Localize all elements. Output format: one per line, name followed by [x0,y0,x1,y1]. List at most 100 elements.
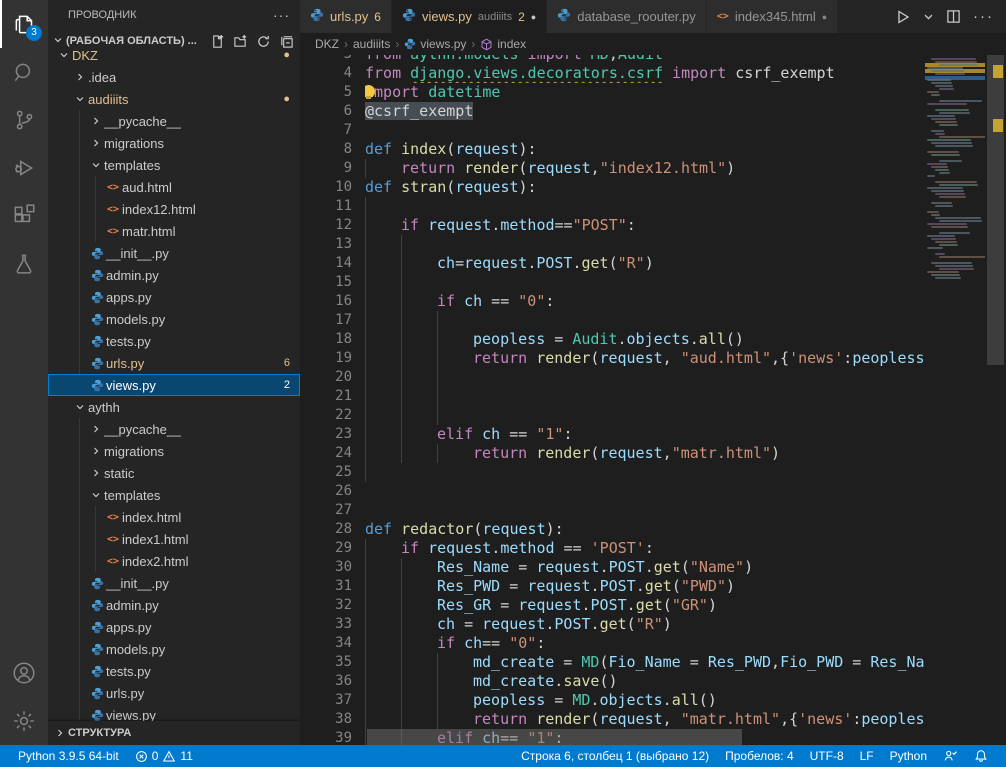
overview-warning-mark [993,65,1003,78]
eol-sequence[interactable]: LF [852,745,882,767]
feedback-icon[interactable] [935,745,966,767]
tree-item-migrations[interactable]: migrations [48,132,300,154]
tree-item-models-py[interactable]: models.py [48,308,300,330]
vertical-scrollbar[interactable] [985,55,1006,745]
code-editor[interactable]: 3from aythh.models import MD,Audit4from … [300,55,925,745]
python-file-icon [88,643,106,656]
source-control-icon[interactable] [0,96,48,144]
problems-indicator[interactable]: 0 11 [127,745,201,767]
modified-dot-icon[interactable]: ● [822,12,827,22]
tree-item-aythh[interactable]: aythh [48,396,300,418]
line-number: 17 [300,311,352,330]
tree-item-index12-html[interactable]: <>index12.html [48,198,300,220]
code-line-9: 9return render(request,"index12.html") [300,159,925,178]
line-number: 31 [300,577,352,596]
tree-item-audiiits[interactable]: audiiits● [48,88,300,110]
tree-item--idea[interactable]: .idea [48,66,300,88]
settings-gear-icon[interactable] [0,697,48,745]
testing-icon[interactable] [0,240,48,288]
modified-dot-icon: ● [283,49,300,61]
tree-item-templates[interactable]: templates [48,484,300,506]
line-number: 12 [300,216,352,235]
run-dropdown-chevron-icon[interactable] [923,11,934,22]
python-file-icon [88,291,106,304]
minimap[interactable] [925,55,985,745]
tree-item-DKZ[interactable]: DKZ ● [48,44,300,66]
extensions-icon[interactable] [0,192,48,240]
python-file-icon [88,313,106,326]
indentation[interactable]: Пробелов: 4 [717,745,802,767]
code-line-5: 5import datetime [300,83,925,102]
run-file-icon[interactable] [895,9,911,25]
tree-item-label: DKZ [72,48,98,63]
tree-item--init-py[interactable]: __init__.py [48,572,300,594]
more-actions-icon[interactable]: ··· [973,8,994,25]
breadcrumb-item[interactable]: index [480,37,526,51]
line-number: 18 [300,330,352,349]
python-file-icon [88,709,106,722]
code-line-22: 22 [300,406,925,425]
horizontal-scrollbar[interactable] [367,729,742,745]
line-number: 4 [300,64,352,83]
html-file-icon: <> [104,226,122,237]
tree-item-label: .idea [88,70,116,85]
tree-item-models-py[interactable]: models.py [48,638,300,660]
tree-item-migrations[interactable]: migrations [48,440,300,462]
tree-item-templates[interactable]: templates [48,154,300,176]
tree-item-label: index12.html [122,202,196,217]
tree-item-label: views.py [106,378,156,393]
modified-dot-icon[interactable]: ● [531,12,536,22]
breadcrumb-item[interactable]: DKZ [315,37,339,51]
tree-item-apps-py[interactable]: apps.py [48,286,300,308]
tree-item--pycache-[interactable]: __pycache__ [48,110,300,132]
line-number: 3 [300,55,352,64]
tree-item-label: aythh [88,400,120,415]
tree-item-label: index.html [122,510,181,525]
tab-views-py[interactable]: views.py audiiits 2 ● [392,0,547,33]
tree-item-aud-html[interactable]: <>aud.html [48,176,300,198]
language-mode[interactable]: Python [882,745,935,767]
tree-item--init-py[interactable]: __init__.py [48,242,300,264]
outline-section[interactable]: СТРУКТУРА [48,721,300,745]
explorer-icon[interactable]: 3 [0,0,48,48]
tab-database-roouter-py[interactable]: database_roouter.py [547,0,707,33]
tab-bar: urls.py 6 views.py audiiits 2 ● da [300,0,1006,33]
python-file-icon [88,577,106,590]
encoding[interactable]: UTF-8 [802,745,852,767]
chevron-right-icon: › [344,37,348,51]
account-icon[interactable] [0,649,48,697]
python-file-icon [404,38,416,50]
tree-item-index2-html[interactable]: <>index2.html [48,550,300,572]
python-interpreter[interactable]: Python 3.9.5 64-bit [10,745,127,767]
tree-item-admin-py[interactable]: admin.py [48,264,300,286]
tree-item-tests-py[interactable]: tests.py [48,330,300,352]
breadcrumb-item[interactable]: audiiits [353,37,390,51]
chevron-down-icon [72,401,88,413]
tree-item-admin-py[interactable]: admin.py [48,594,300,616]
tab-urls-py[interactable]: urls.py 6 [300,0,392,33]
split-editor-icon[interactable] [946,9,961,24]
tree-item-matr-html[interactable]: <>matr.html [48,220,300,242]
code-line-7: 7 [300,121,925,140]
tab-index345-html[interactable]: <> index345.html ● [707,0,838,33]
line-number: 37 [300,691,352,710]
tree-item--pycache-[interactable]: __pycache__ [48,418,300,440]
tree-item-static[interactable]: static [48,462,300,484]
tree-item-views-py[interactable]: views.py2 [48,374,300,396]
notifications-bell-icon[interactable] [966,745,996,767]
tree-item-urls-py[interactable]: urls.py [48,682,300,704]
line-number: 11 [300,197,352,216]
search-icon[interactable] [0,48,48,96]
run-debug-icon[interactable] [0,144,48,192]
tree-item-index1-html[interactable]: <>index1.html [48,528,300,550]
cursor-position[interactable]: Строка 6, столбец 1 (выбрано 12) [513,745,717,767]
scrollbar-thumb[interactable] [987,55,1004,365]
tree-item-urls-py[interactable]: urls.py6 [48,352,300,374]
tree-item-index-html[interactable]: <>index.html [48,506,300,528]
breadcrumb-item[interactable]: views.py [404,37,466,51]
chevron-right-icon [88,467,104,479]
sidebar-more-icon[interactable]: ··· [273,7,290,23]
tree-item-tests-py[interactable]: tests.py [48,660,300,682]
chevron-right-icon [88,423,104,435]
tree-item-apps-py[interactable]: apps.py [48,616,300,638]
